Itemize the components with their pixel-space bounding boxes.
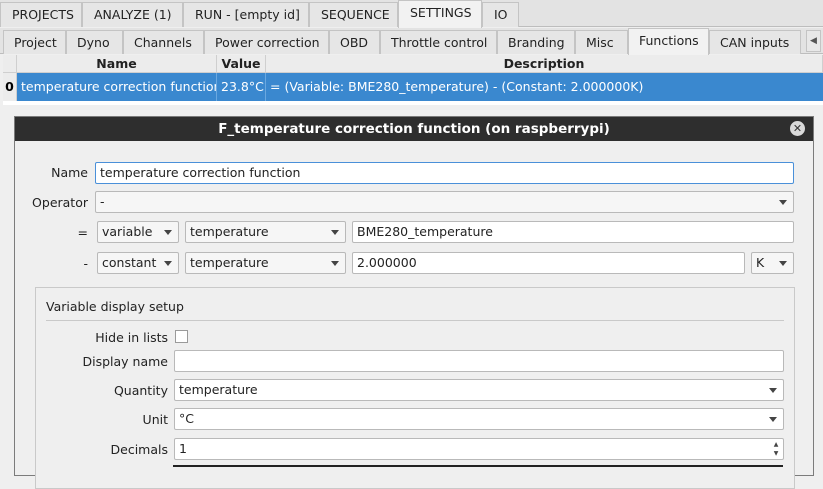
settings-tab-bar: Project Dyno Channels Power correction O… <box>0 28 823 55</box>
operand2-value-input[interactable]: 2.000000 <box>352 252 745 274</box>
quantity-value: temperature <box>179 382 258 397</box>
hide-in-lists-label: Hide in lists <box>95 330 168 345</box>
operand1-quantity-value: temperature <box>190 224 269 239</box>
chevron-down-icon <box>769 417 777 422</box>
display-name-input[interactable] <box>174 350 784 372</box>
operand1-kind-value: variable <box>102 224 153 239</box>
operand1-value-input[interactable]: BME280_temperature <box>352 221 794 243</box>
operand2-quantity-select[interactable]: temperature <box>185 252 346 274</box>
table-row[interactable]: temperature correction function 23.8°C =… <box>3 73 823 101</box>
chevron-down-icon <box>331 261 339 266</box>
variable-display-setup-group: Variable display setup Hide in lists Dis… <box>35 287 795 489</box>
tab-settings[interactable]: SETTINGS <box>398 0 482 28</box>
operand1-sign: = <box>77 225 88 240</box>
tab-functions[interactable]: Functions <box>628 28 709 55</box>
function-dialog: F_temperature correction function (on ra… <box>14 116 814 489</box>
scroll-left-icon[interactable]: ◀ <box>806 30 821 52</box>
chevron-down-icon <box>779 261 787 266</box>
tab-misc[interactable]: Misc <box>575 30 628 54</box>
chevron-down-icon <box>779 200 787 205</box>
operand2-unit-select[interactable]: K <box>751 252 794 274</box>
unit-label: Unit <box>142 412 168 427</box>
group-divider <box>46 320 784 321</box>
tab-channels[interactable]: Channels <box>123 30 204 54</box>
tab-obd[interactable]: OBD <box>329 30 380 54</box>
operator-select[interactable]: - <box>95 191 794 213</box>
main-tab-bar: PROJECTS ANALYZE (1) RUN - [empty id] SE… <box>0 0 823 28</box>
tab-analyze[interactable]: ANALYZE (1) <box>82 2 183 27</box>
hide-in-lists-checkbox[interactable] <box>175 330 188 343</box>
decimals-label: Decimals <box>110 442 168 457</box>
name-input[interactable]: temperature correction function <box>95 162 794 184</box>
spin-down-icon[interactable]: ▼ <box>770 449 782 458</box>
column-header-name[interactable]: Name <box>17 55 217 73</box>
tab-run[interactable]: RUN - [empty id] <box>183 2 309 27</box>
chevron-down-icon <box>164 230 172 235</box>
tab-dyno[interactable]: Dyno <box>66 30 123 54</box>
name-label: Name <box>51 165 88 180</box>
column-header-description[interactable]: Description <box>266 55 823 73</box>
quantity-label: Quantity <box>113 383 168 398</box>
row-index[interactable]: 0 <box>3 73 17 101</box>
tab-sequence[interactable]: SEQUENCE <box>309 2 398 27</box>
cell-value[interactable]: 23.8°C <box>217 73 266 101</box>
chevron-down-icon <box>164 261 172 266</box>
decimals-value: 1 <box>179 441 187 456</box>
display-name-label: Display name <box>82 354 169 369</box>
dialog-title: F_temperature correction function (on ra… <box>15 117 813 141</box>
decimals-spinbox[interactable]: 1 ▲ ▼ <box>174 438 784 460</box>
operand2-quantity-value: temperature <box>190 255 269 270</box>
operator-value: - <box>100 194 105 209</box>
functions-table: Name Value Description temperature corre… <box>3 55 823 105</box>
table-corner <box>3 55 17 73</box>
column-header-value[interactable]: Value <box>217 55 266 73</box>
operand2-kind-select[interactable]: constant <box>97 252 179 274</box>
chevron-down-icon <box>331 230 339 235</box>
operand2-kind-value: constant <box>102 255 157 270</box>
tab-project[interactable]: Project <box>3 30 66 54</box>
tab-projects[interactable]: PROJECTS <box>0 2 82 27</box>
tab-throttle-control[interactable]: Throttle control <box>380 30 497 54</box>
tab-can-inputs[interactable]: CAN inputs <box>709 30 801 54</box>
operand2-sign: - <box>83 256 88 271</box>
chevron-down-icon <box>769 388 777 393</box>
close-icon[interactable]: ✕ <box>790 121 805 136</box>
tab-io[interactable]: IO <box>482 2 519 27</box>
group-title: Variable display setup <box>46 299 184 314</box>
tab-power-correction[interactable]: Power correction <box>204 30 329 54</box>
unit-value: °C <box>179 411 194 426</box>
tab-branding[interactable]: Branding <box>497 30 575 54</box>
operand1-quantity-select[interactable]: temperature <box>185 221 346 243</box>
operand1-kind-select[interactable]: variable <box>97 221 179 243</box>
operator-label: Operator <box>32 195 88 210</box>
quantity-select[interactable]: temperature <box>174 379 784 401</box>
cell-description[interactable]: = (Variable: BME280_temperature) - (Cons… <box>266 73 823 101</box>
operand2-unit-value: K <box>756 255 765 270</box>
spin-up-icon[interactable]: ▲ <box>770 440 782 449</box>
cell-name[interactable]: temperature correction function <box>17 73 217 101</box>
unit-select[interactable]: °C <box>174 408 784 430</box>
